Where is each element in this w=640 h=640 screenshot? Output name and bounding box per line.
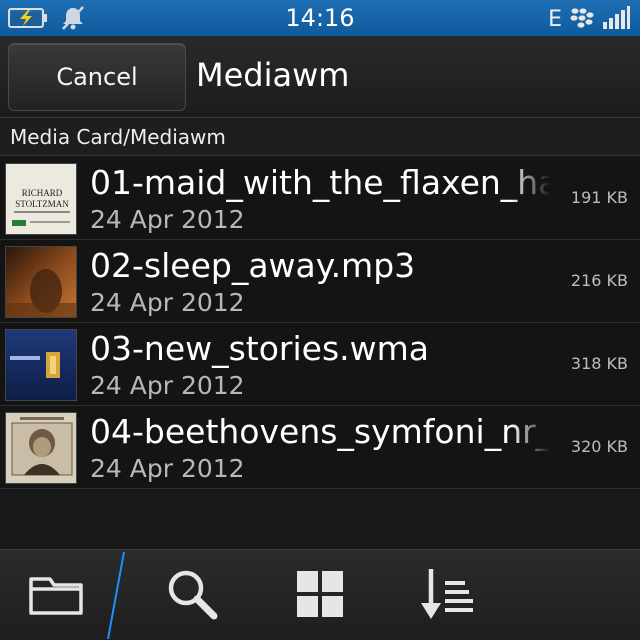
file-list: RICHARD STOLTZMAN 01-maid_with_the_flaxe…: [0, 157, 640, 489]
status-bar: 14:16 E: [0, 0, 640, 36]
file-size: 216 KB: [570, 271, 628, 290]
file-name: 03-new_stories.wma: [90, 329, 550, 368]
file-size: 318 KB: [570, 354, 628, 373]
list-item[interactable]: 02-sleep_away.mp3 24 Apr 2012 216 KB: [0, 240, 640, 323]
grid-view-icon: [295, 569, 345, 623]
sort-icon: [419, 567, 475, 625]
cancel-button[interactable]: Cancel: [8, 43, 186, 111]
album-art-thumbnail: [5, 246, 77, 318]
album-art-thumbnail: RICHARD STOLTZMAN: [5, 163, 77, 235]
file-date: 24 Apr 2012: [90, 454, 245, 483]
signal-strength-icon: [602, 6, 630, 34]
list-item[interactable]: RICHARD STOLTZMAN 01-maid_with_the_flaxe…: [0, 157, 640, 240]
file-name: 04-beethovens_symfoni_nr_9.mp3: [90, 412, 550, 451]
album-art-thumbnail: [5, 412, 77, 484]
svg-text:RICHARD: RICHARD: [22, 188, 63, 198]
file-date: 24 Apr 2012: [90, 288, 245, 317]
album-art-thumbnail: [5, 329, 77, 401]
file-name: 01-maid_with_the_flaxen_hair.mp3: [90, 163, 550, 202]
search-button[interactable]: [142, 550, 242, 640]
list-item[interactable]: 03-new_stories.wma 24 Apr 2012 318 KB: [0, 323, 640, 406]
breadcrumb: Media Card/Mediawm: [0, 118, 640, 156]
folder-button[interactable]: [6, 550, 106, 640]
file-size: 191 KB: [570, 188, 628, 207]
page-title: Mediawm: [196, 56, 350, 94]
title-bar: Cancel Mediawm: [0, 36, 640, 118]
status-time: 14:16: [285, 4, 355, 32]
sort-button[interactable]: [397, 550, 497, 640]
grid-view-button[interactable]: [270, 550, 370, 640]
network-type: E: [548, 7, 562, 32]
svg-text:STOLTZMAN: STOLTZMAN: [15, 199, 69, 209]
list-item[interactable]: 04-beethovens_symfoni_nr_9.mp3 24 Apr 20…: [0, 406, 640, 489]
file-date: 24 Apr 2012: [90, 205, 245, 234]
file-size: 320 KB: [570, 437, 628, 456]
blackberry-icon: [570, 7, 594, 33]
search-icon: [164, 566, 220, 626]
folder-icon: [28, 571, 84, 621]
file-name: 02-sleep_away.mp3: [90, 246, 550, 285]
file-date: 24 Apr 2012: [90, 371, 245, 400]
action-separator: [104, 550, 128, 640]
action-bar: [0, 549, 640, 640]
